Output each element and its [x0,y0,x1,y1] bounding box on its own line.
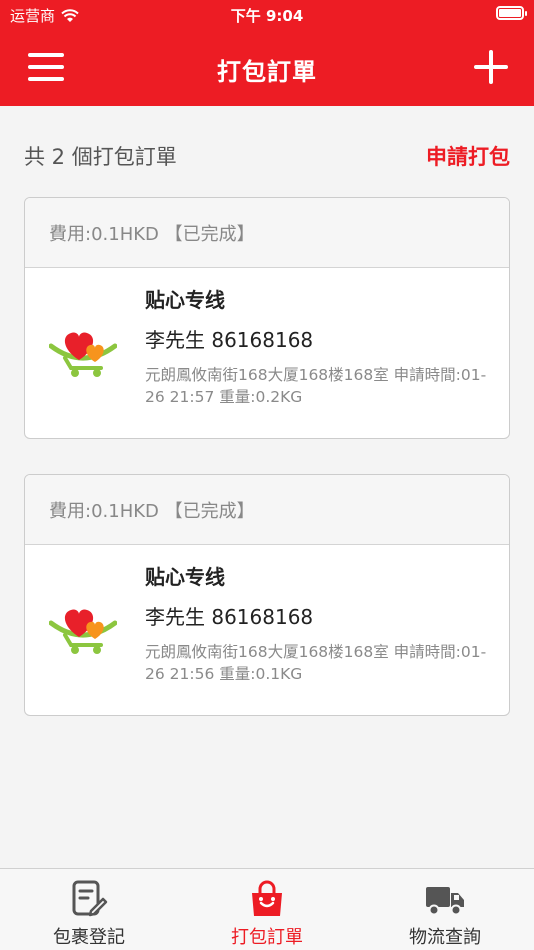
order-summary: 共 2 個打包訂單 申請打包 [24,141,510,171]
sender-name: 贴心专线 [145,565,225,589]
recipient-contact: 李先生 86168168 [145,605,314,629]
order-card[interactable]: 費用:0.1HKD 【已完成】 贴心专线 李先生 86168168 元朗鳳攸南街… [24,197,510,439]
tab-label: 打包訂單 [231,927,303,948]
nav-bar: 打包訂單 [0,28,534,106]
tab-pack-orders[interactable]: 打包訂單 [178,869,356,950]
page-title: 打包訂單 [217,58,317,86]
tab-label: 物流查詢 [409,927,481,948]
tab-bar: 包裹登記 打包訂單 物流查詢 [0,868,534,950]
truck-icon [426,887,464,916]
order-detail: 元朗鳳攸南街168大厦168楼168室 申請時間:01-26 21:56 重量:… [145,643,487,683]
tab-package-register[interactable]: 包裹登記 [0,869,178,950]
order-card[interactable]: 費用:0.1HKD 【已完成】 贴心专线 李先生 86168168 元朗鳳攸南街… [24,474,510,716]
order-count: 共 2 個打包訂單 [24,145,177,169]
tab-label: 包裹登記 [53,927,125,948]
shopping-bag-icon [252,880,282,916]
clock: 下午 9:04 [230,7,304,25]
shop-cart-hearts-icon [49,332,117,377]
order-detail: 元朗鳳攸南街168大厦168楼168室 申請時間:01-26 21:57 重量:… [145,366,487,406]
recipient-contact: 李先生 86168168 [145,328,314,352]
tab-logistics-query[interactable]: 物流查詢 [356,869,534,950]
order-fee-status: 費用:0.1HKD 【已完成】 [25,475,509,545]
plus-icon[interactable] [474,50,508,84]
battery-icon [496,6,527,20]
edit-document-icon [72,880,108,917]
apply-pack-button[interactable]: 申請打包 [426,141,510,171]
status-bar: 运营商 下午 9:04 [0,0,534,28]
sender-name: 贴心专线 [145,288,225,312]
shop-cart-hearts-icon [49,609,117,654]
order-fee-status: 費用:0.1HKD 【已完成】 [25,198,509,268]
